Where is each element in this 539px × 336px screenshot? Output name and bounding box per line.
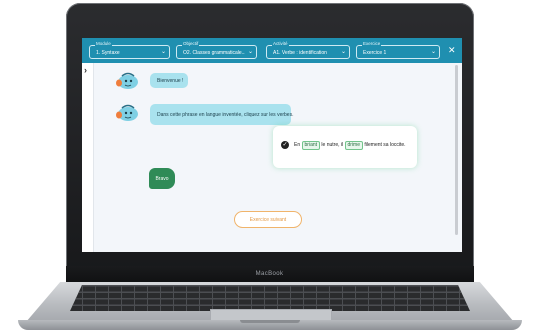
objective-select-value: O2. Classes grammaticale...: [183, 50, 245, 56]
bot-avatar-icon: [116, 72, 138, 89]
app-screen: Module 1. Syntaxe ⌄ Objectif O2. Classes…: [82, 38, 462, 252]
chevron-down-icon: ⌄: [340, 49, 346, 55]
laptop-notch: [240, 320, 300, 323]
bot-avatar-icon: [116, 104, 138, 121]
activity-select-label: Activité: [272, 41, 289, 47]
laptop-brand: MacBook: [255, 271, 284, 277]
module-select-value: 1. Syntaxe: [96, 50, 120, 56]
scrollbar[interactable]: [455, 65, 458, 235]
exercise-select-label: Exercice: [362, 41, 382, 47]
objective-select[interactable]: Objectif O2. Classes grammaticale... ⌄: [176, 41, 257, 59]
expand-sidebar-icon[interactable]: ›: [84, 66, 87, 75]
sentence-word[interactable]: En: [294, 142, 300, 148]
exercise-card: ✓ En briant le nutre, il drime filement …: [273, 126, 417, 168]
laptop-keyboard: [70, 285, 470, 311]
next-exercise-button[interactable]: Exercice suivant: [234, 211, 302, 228]
exercise-select[interactable]: Exercice Exercice 1 ⌄: [356, 41, 440, 59]
close-icon[interactable]: ✕: [448, 46, 456, 55]
feedback-bubble: Bravo: [149, 168, 175, 189]
activity-select-value: A1. Verbe : identification: [273, 50, 327, 56]
bot-message: Dans cette phrase en langue inventée, cl…: [150, 104, 293, 125]
chevron-down-icon: ⌄: [160, 49, 166, 55]
sentence-word[interactable]: le nutre, il: [321, 142, 343, 148]
chevron-down-icon: ⌄: [247, 49, 253, 55]
exercise-sentence: En briant le nutre, il drime filement sa…: [294, 141, 406, 150]
verb-token-selected[interactable]: briant: [301, 141, 321, 150]
exercise-select-value: Exercice 1: [363, 50, 387, 56]
chevron-down-icon: ⌄: [430, 49, 436, 55]
module-select[interactable]: Module 1. Syntaxe ⌄: [89, 41, 170, 59]
bot-message: Bienvenue !: [150, 73, 188, 88]
activity-select[interactable]: Activité A1. Verbe : identification ⌄: [266, 41, 350, 59]
verb-token-selected[interactable]: drime: [344, 141, 364, 150]
sidebar: ›: [82, 63, 94, 252]
objective-select-label: Objectif: [182, 41, 200, 47]
top-navigation-bar: Module 1. Syntaxe ⌄ Objectif O2. Classes…: [82, 38, 462, 63]
sentence-word[interactable]: filement sa loccite.: [364, 142, 405, 148]
check-circle-icon: ✓: [281, 141, 289, 149]
module-select-label: Module: [95, 41, 112, 47]
